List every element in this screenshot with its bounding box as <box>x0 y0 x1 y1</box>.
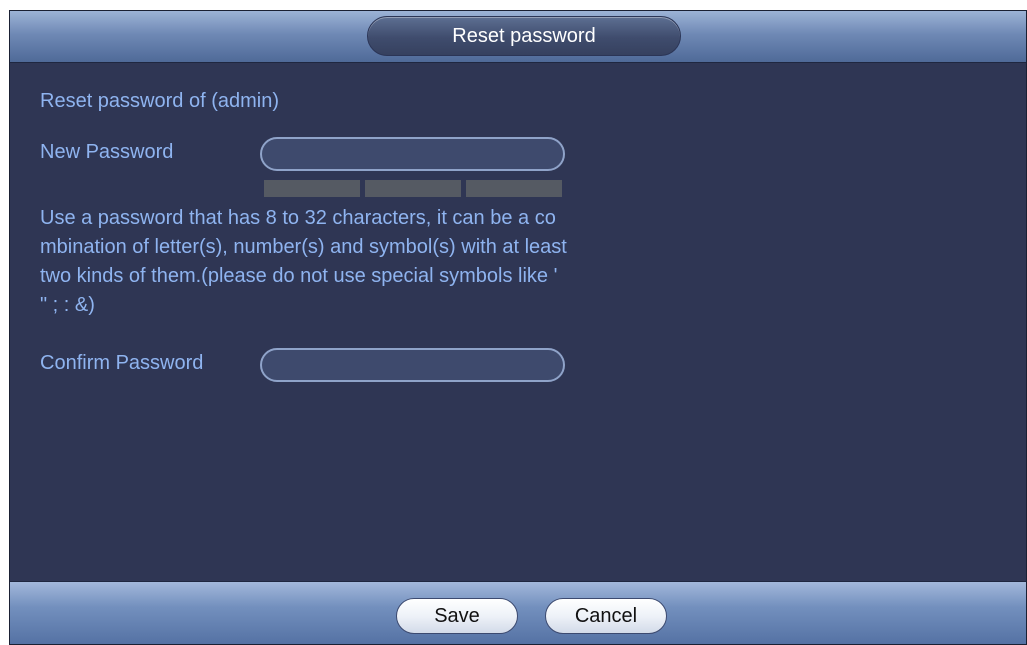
confirm-password-field[interactable] <box>260 348 565 382</box>
cancel-button[interactable]: Cancel <box>545 598 667 634</box>
strength-segment-weak <box>264 180 360 197</box>
save-button[interactable]: Save <box>396 598 518 634</box>
new-password-field[interactable] <box>260 137 565 171</box>
title-bar: Reset password <box>10 11 1026 63</box>
strength-segment-strong <box>466 180 562 197</box>
dialog-content: Reset password of (admin) New Password U… <box>10 63 1026 582</box>
new-password-label: New Password <box>40 141 174 163</box>
password-hint: Use a password that has 8 to 32 characte… <box>40 207 567 316</box>
confirm-password-label: Confirm Password <box>40 352 204 374</box>
strength-segment-medium <box>365 180 461 197</box>
reset-password-dialog: Reset password Reset password of (admin)… <box>9 10 1027 645</box>
password-strength-meter <box>264 180 562 197</box>
dialog-title: Reset password <box>367 16 681 56</box>
footer-bar: Save Cancel <box>10 581 1026 644</box>
reset-heading: Reset password of (admin) <box>40 90 279 112</box>
